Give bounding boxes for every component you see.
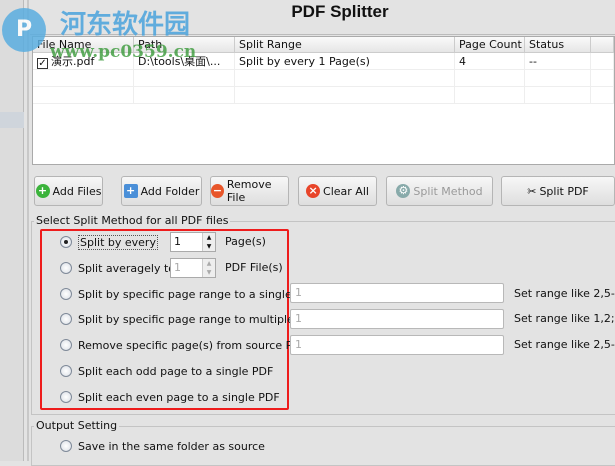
range-single-hint: Set range like 2,5-9,: [514, 287, 615, 300]
row-checkbox[interactable]: ✓: [37, 58, 48, 69]
files-stepper[interactable]: 1 ▲ ▼: [170, 258, 216, 278]
range-multi-hint: Set range like 1,2;5-9: [514, 312, 615, 325]
option-odd[interactable]: Split each odd page to a single PDF: [60, 363, 273, 379]
radio[interactable]: [60, 339, 72, 351]
option-split-average[interactable]: Split averagely to: [60, 260, 175, 276]
clear-all-button[interactable]: × Clear All: [298, 176, 377, 206]
app-title: PDF Splitter: [291, 2, 389, 21]
split-method-button[interactable]: ⚙ Split Method: [386, 176, 493, 206]
split-method-label: Select Split Method for all PDF files: [34, 214, 231, 227]
add-files-button[interactable]: + Add Files: [34, 176, 103, 206]
range-single-input[interactable]: 1: [290, 283, 504, 303]
radio[interactable]: [60, 391, 72, 403]
radio[interactable]: [60, 236, 72, 248]
radio[interactable]: [60, 313, 72, 325]
scissors-icon: ✂: [527, 184, 537, 198]
watermark-url: www.pc0359.cn: [50, 42, 197, 62]
option-range-single[interactable]: Split by specific page range to a single…: [60, 286, 317, 302]
left-panel: [0, 0, 24, 461]
x-icon: ×: [306, 184, 321, 198]
splitter[interactable]: [27, 0, 29, 461]
watermark-logo: P: [2, 8, 46, 52]
radio[interactable]: [60, 440, 72, 452]
col-status[interactable]: Status: [525, 37, 591, 52]
plus-icon: +: [35, 184, 50, 198]
radio[interactable]: [60, 288, 72, 300]
add-folder-button[interactable]: + Add Folder: [121, 176, 202, 206]
col-split-range[interactable]: Split Range: [235, 37, 455, 52]
option-split-every[interactable]: Split by every: [60, 234, 158, 250]
minus-icon: −: [211, 184, 224, 198]
range-multi-input[interactable]: 1: [290, 309, 504, 329]
output-label: Output Setting: [34, 419, 120, 432]
option-remove-pages[interactable]: Remove specific page(s) from source PDF: [60, 337, 307, 353]
status: --: [525, 53, 591, 69]
remove-file-button[interactable]: − Remove File: [210, 176, 289, 206]
option-even[interactable]: Split each even page to a single PDF: [60, 389, 280, 405]
gear-icon: ⚙: [396, 184, 411, 198]
pages-stepper[interactable]: 1 ▲ ▼: [170, 232, 216, 252]
radio[interactable]: [60, 262, 72, 274]
option-same-folder[interactable]: Save in the same folder as source: [60, 438, 265, 454]
folder-icon: +: [123, 184, 138, 198]
split-range: Split by every 1 Page(s): [235, 53, 455, 69]
remove-pages-hint: Set range like 2,5-9,1: [514, 338, 615, 351]
remove-pages-input[interactable]: 1: [290, 335, 504, 355]
option-range-multi[interactable]: Split by specific page range to multiple…: [60, 311, 319, 327]
radio[interactable]: [60, 365, 72, 377]
left-panel-item[interactable]: [0, 112, 24, 128]
col-page-count[interactable]: Page Count: [455, 37, 525, 52]
col-empty: [591, 37, 614, 52]
pages-unit: Page(s): [225, 235, 266, 248]
files-unit: PDF File(s): [225, 261, 283, 274]
watermark-text: 河东软件园: [60, 10, 191, 40]
page-count: 4: [455, 53, 525, 69]
split-pdf-button[interactable]: ✂ Split PDF: [501, 176, 615, 206]
